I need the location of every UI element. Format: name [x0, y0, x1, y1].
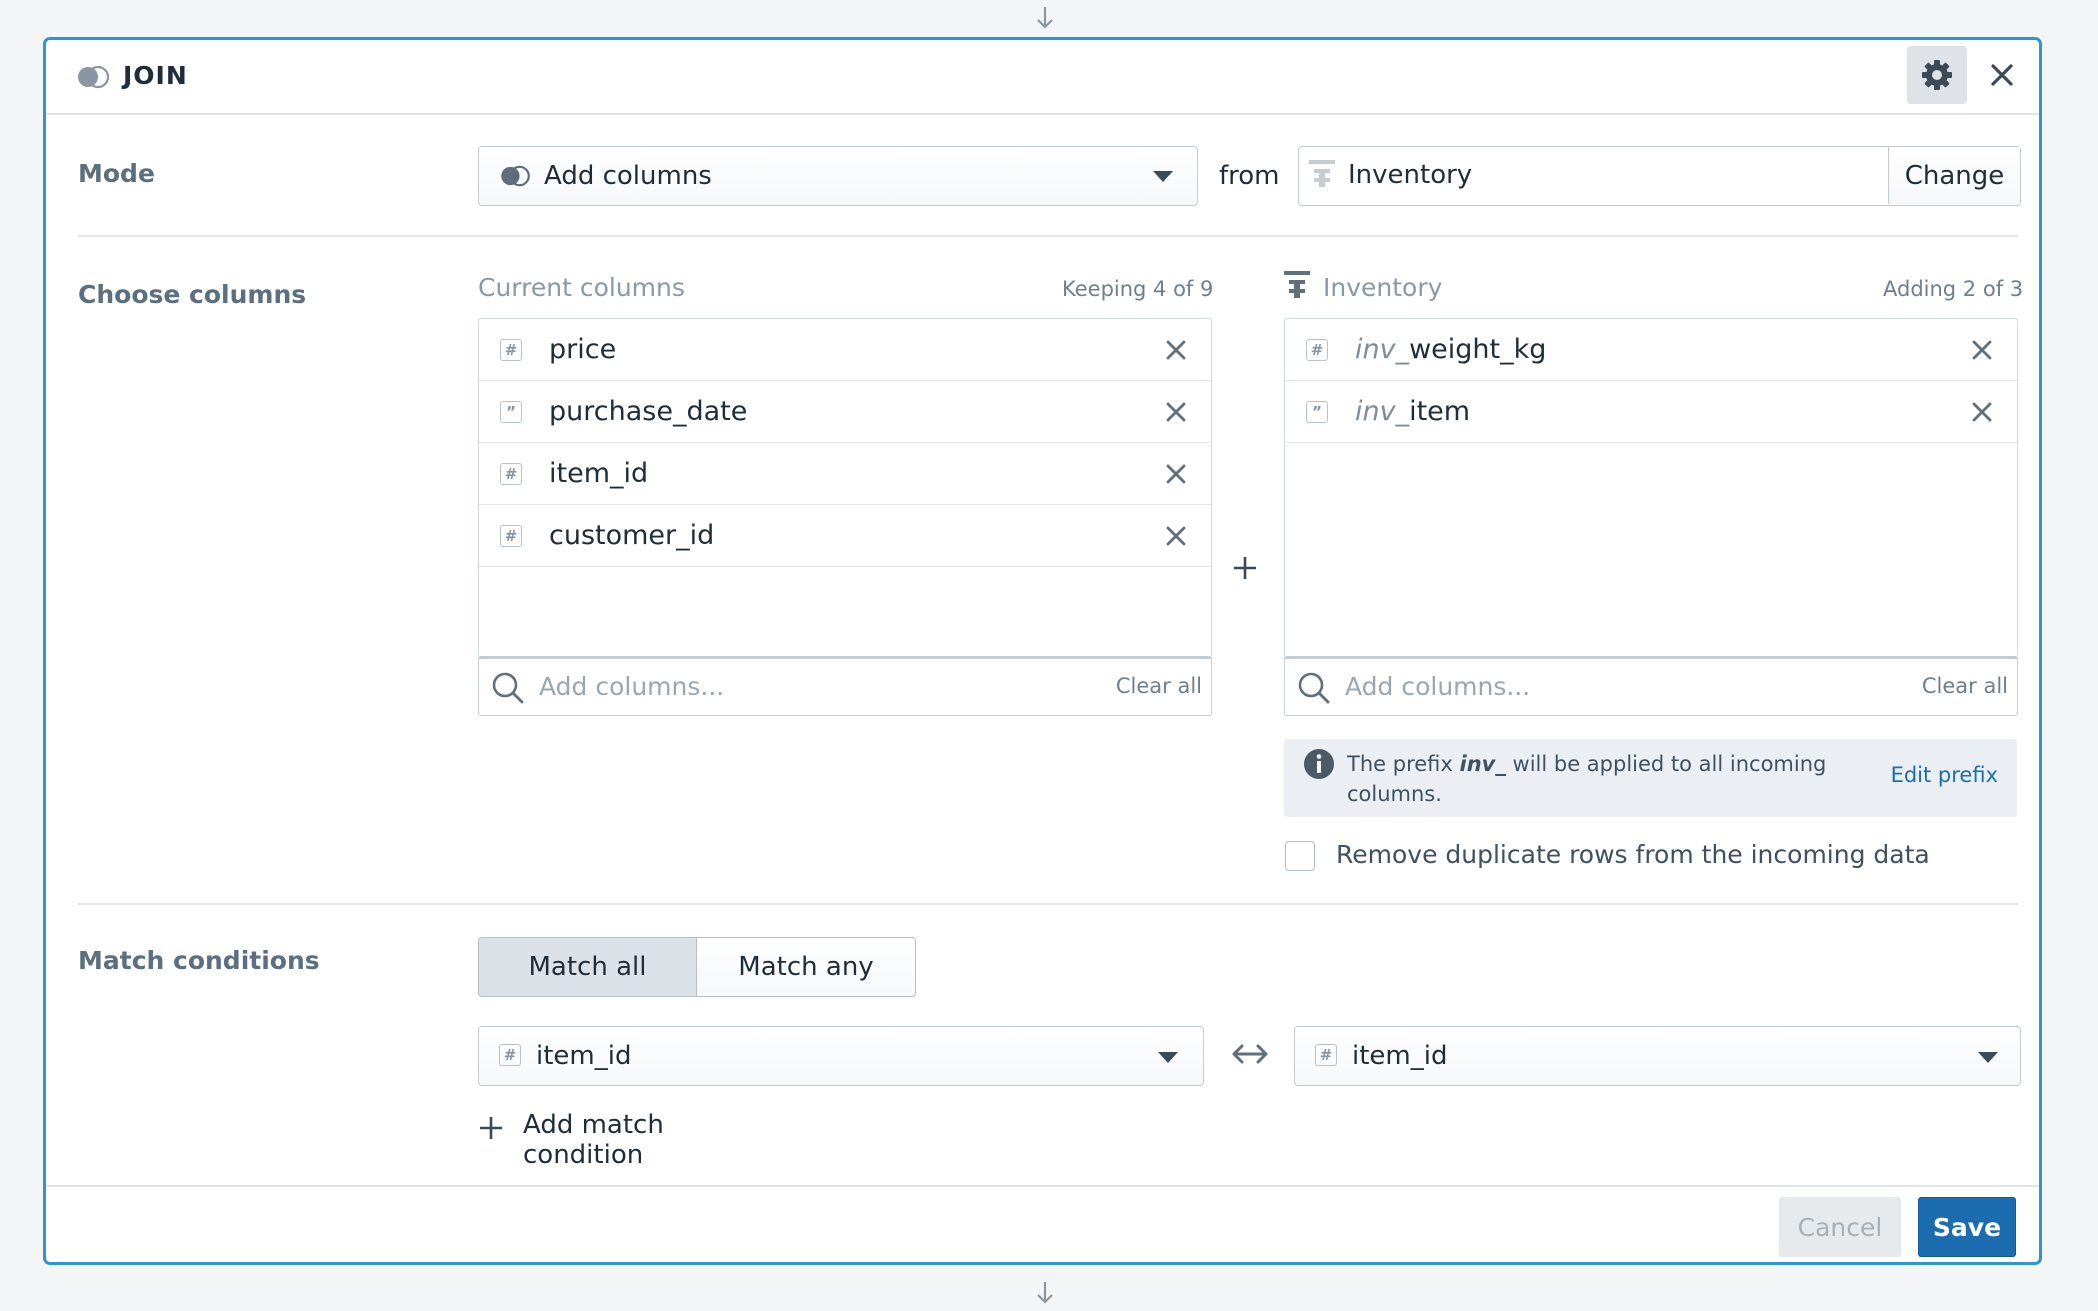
prefix-value: inv_ — [1459, 752, 1506, 776]
column-name: purchase_date — [549, 396, 748, 427]
clear-all-button[interactable]: Clear all — [1116, 674, 1202, 698]
cancel-button[interactable]: Cancel — [1779, 1197, 1901, 1257]
search-placeholder: Add columns... — [539, 672, 725, 701]
close-icon — [1166, 340, 1186, 359]
current-columns-list: # price ” purchase_date # item_id # cust… — [478, 318, 1212, 658]
chevron-down-icon — [1158, 1052, 1178, 1063]
match-conditions-label: Match conditions — [78, 946, 320, 975]
remove-column-button[interactable] — [1161, 521, 1191, 551]
remove-column-button[interactable] — [1967, 335, 1997, 365]
edit-prefix-link[interactable]: Edit prefix — [1891, 763, 1998, 787]
change-source-button[interactable]: Change — [1888, 147, 2020, 204]
column-name: item_id — [549, 458, 649, 489]
current-columns-count: Keeping 4 of 9 — [1062, 277, 1214, 301]
column-name: customer_id — [549, 520, 715, 551]
dedupe-label[interactable]: Remove duplicate rows from the incoming … — [1336, 840, 1930, 869]
close-icon — [1972, 340, 1992, 359]
right-match-column-value: item_id — [1352, 1041, 1448, 1071]
join-panel: JOIN Mode Add columns from Inventory Cha… — [43, 37, 2042, 1265]
column-row: # item_id — [479, 443, 1211, 505]
column-prefix: inv_ — [1355, 334, 1410, 365]
remove-column-button[interactable] — [1161, 459, 1191, 489]
number-icon: # — [499, 1044, 521, 1066]
dataset-icon — [1282, 268, 1312, 306]
mode-select[interactable]: Add columns — [478, 146, 1198, 206]
close-icon — [1991, 64, 2013, 86]
number-icon: # — [500, 462, 522, 485]
column-prefix: inv_ — [1355, 396, 1410, 427]
clear-all-button[interactable]: Clear all — [1922, 674, 2008, 698]
incoming-columns-search[interactable]: Add columns... Clear all — [1284, 656, 2018, 716]
incoming-columns-count: Adding 2 of 3 — [1883, 277, 2024, 301]
gear-icon — [1922, 60, 1952, 90]
column-name: price — [549, 334, 617, 365]
from-label: from — [1219, 161, 1280, 191]
choose-columns-label: Choose columns — [78, 280, 307, 309]
close-icon — [1972, 402, 1992, 421]
column-row: ” purchase_date — [479, 381, 1211, 443]
change-source-label: Change — [1904, 160, 2005, 191]
save-button[interactable]: Save — [1918, 1197, 2016, 1257]
number-icon: # — [1306, 338, 1328, 361]
footer-divider — [46, 1185, 2039, 1187]
close-button[interactable] — [1981, 54, 2023, 96]
header-divider — [46, 113, 2039, 115]
column-base-name: item — [1409, 396, 1471, 427]
number-icon: # — [1315, 1044, 1337, 1066]
number-icon: # — [500, 338, 522, 361]
source-dataset-name: Inventory — [1348, 160, 1473, 190]
add-match-condition-button[interactable]: Add match condition — [479, 1110, 789, 1170]
incoming-columns-list: # inv_weight_kg ” inv_item — [1284, 318, 2018, 658]
match-all-button[interactable]: Match all — [478, 937, 697, 997]
right-match-column-select[interactable]: # item_id — [1294, 1026, 2021, 1086]
join-icon — [76, 65, 110, 93]
number-icon: # — [500, 524, 522, 547]
current-columns-search[interactable]: Add columns... Clear all — [478, 656, 1212, 716]
close-icon — [1166, 464, 1186, 483]
string-icon: ” — [1306, 400, 1328, 423]
column-row: # customer_id — [479, 505, 1211, 567]
prefix-info-text: The prefix inv_ will be applied to all i… — [1347, 749, 1847, 809]
search-icon — [1297, 671, 1331, 709]
prefix-info-text-start: The prefix — [1347, 752, 1460, 776]
chevron-down-icon — [1153, 171, 1173, 182]
column-row: ” inv_item — [1285, 381, 2017, 443]
column-name: inv_weight_kg — [1355, 334, 1546, 365]
close-icon — [1166, 402, 1186, 421]
column-row: # price — [479, 319, 1211, 381]
column-name: inv_item — [1355, 396, 1470, 427]
left-match-column-value: item_id — [536, 1041, 632, 1071]
info-icon — [1303, 748, 1335, 784]
remove-column-button[interactable] — [1161, 335, 1191, 365]
search-placeholder: Add columns... — [1345, 672, 1531, 701]
remove-column-button[interactable] — [1967, 397, 1997, 427]
string-icon: ” — [500, 400, 522, 423]
divider — [78, 235, 2018, 237]
flow-arrow-in-icon — [1034, 5, 1056, 36]
current-columns-header: Current columns — [478, 273, 685, 302]
incoming-columns-header: Inventory — [1323, 273, 1443, 302]
add-match-condition-label: Add match condition — [523, 1110, 664, 1170]
bidirectional-arrow-icon — [1231, 1040, 1269, 1072]
column-base-name: weight_kg — [1409, 334, 1547, 365]
column-row: # inv_weight_kg — [1285, 319, 2017, 381]
prefix-info-callout: The prefix inv_ will be applied to all i… — [1284, 739, 2017, 817]
divider — [78, 903, 2018, 905]
search-icon — [491, 671, 525, 709]
mode-label: Mode — [78, 159, 155, 188]
close-icon — [1166, 526, 1186, 545]
dedupe-checkbox[interactable] — [1285, 841, 1315, 871]
left-match-column-select[interactable]: # item_id — [478, 1026, 1204, 1086]
settings-button[interactable] — [1907, 46, 1967, 104]
mode-select-value: Add columns — [544, 161, 712, 191]
plus-icon — [1232, 555, 1258, 585]
chevron-down-icon — [1978, 1052, 1998, 1063]
match-any-button[interactable]: Match any — [696, 937, 916, 997]
source-dataset-field: Inventory Change — [1298, 146, 2021, 206]
dataset-icon — [1307, 157, 1337, 195]
panel-title: JOIN — [123, 61, 188, 90]
remove-column-button[interactable] — [1161, 397, 1191, 427]
join-icon — [499, 165, 531, 191]
plus-icon — [479, 1116, 503, 1144]
